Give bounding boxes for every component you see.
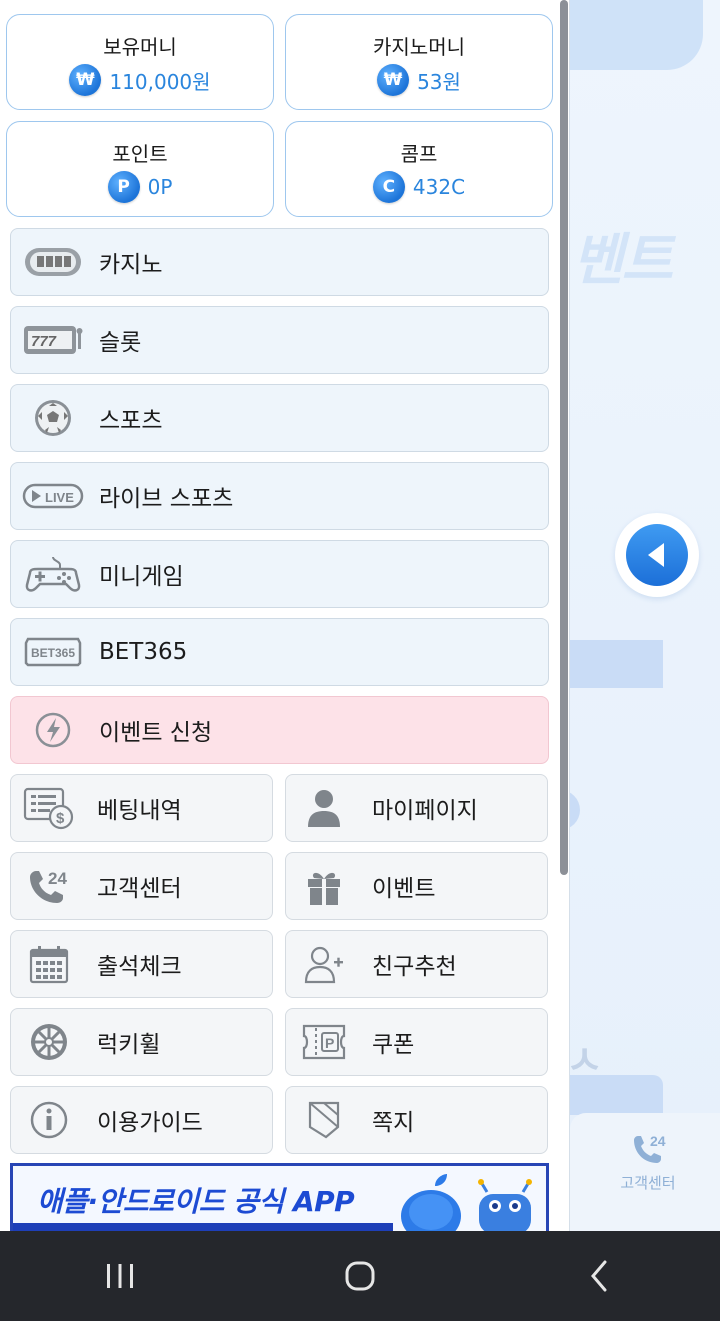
menu-item-event-apply[interactable]: 이벤트 신청 <box>10 696 549 764</box>
menu-item-label: 카지노 <box>99 252 163 278</box>
triangle-left-icon <box>648 543 664 567</box>
grid-item-label: 쪽지 <box>372 1110 415 1136</box>
slot-machine-icon: 777 <box>22 320 84 360</box>
holding-money-card: 보유머니 ₩ 110,000원 <box>6 14 274 110</box>
customer-center-button[interactable]: 24 고객센터 <box>608 1130 688 1193</box>
grid-item-lucky-wheel[interactable]: 럭키휠 <box>10 1008 273 1076</box>
calendar-icon <box>23 941 75 987</box>
points-value: 0P <box>147 175 173 199</box>
recent-apps-icon <box>107 1264 133 1288</box>
grid-item-guide[interactable]: 이용가이드 <box>10 1086 273 1154</box>
app-download-banner[interactable]: 애플·안드로이드 공식 APP <box>10 1163 549 1231</box>
menu-item-minigame[interactable]: 미니게임 <box>10 540 549 608</box>
collapse-drawer-button[interactable] <box>615 513 699 597</box>
lightning-icon <box>22 710 84 750</box>
grid-item-label: 이용가이드 <box>97 1110 203 1136</box>
casino-money-label: 카지노머니 <box>373 35 465 59</box>
background-bar <box>560 1075 663 1115</box>
grid-item-label: 마이페이지 <box>372 798 478 824</box>
points-card: 포인트 P 0P <box>6 121 274 217</box>
user-icon <box>298 785 350 831</box>
comp-coin-icon: C <box>372 171 405 203</box>
grid-item-my-page[interactable]: 마이페이지 <box>285 774 548 842</box>
bet365-icon: BET365 <box>22 632 84 672</box>
back-icon <box>591 1260 607 1292</box>
grid-item-label: 고객센터 <box>97 876 182 902</box>
banner-strip <box>13 1223 393 1231</box>
won-coin-icon: ₩ <box>377 64 410 96</box>
grid-item-label: 친구추천 <box>372 954 457 980</box>
menu-item-casino[interactable]: 카지노 <box>10 228 549 296</box>
svg-text:BET365: BET365 <box>31 646 75 660</box>
won-coin-icon: ₩ <box>69 64 102 96</box>
point-coin-icon: P <box>107 171 140 203</box>
back-button[interactable] <box>570 1246 630 1306</box>
comp-label: 콤프 <box>400 142 438 166</box>
grid-item-label: 쿠폰 <box>372 1032 415 1058</box>
recent-apps-button[interactable] <box>90 1246 150 1306</box>
menu-item-sports[interactable]: 스포츠 <box>10 384 549 452</box>
side-drawer: 보유머니 ₩ 110,000원 카지노머니 ₩ 53원 포인트 P 0P 콤프 … <box>0 0 570 1231</box>
menu-item-slot[interactable]: 777 슬롯 <box>10 306 549 374</box>
apple-android-icon <box>401 1174 532 1231</box>
holding-money-value: 110,000원 <box>109 69 211 94</box>
casino-money-card: 카지노머니 ₩ 53원 <box>285 14 553 110</box>
customer-center-label: 고객센터 <box>620 1174 676 1192</box>
menu-item-label: 라이브 스포츠 <box>99 486 234 512</box>
home-icon <box>345 1261 375 1291</box>
grid-item-label: 이벤트 <box>372 876 436 902</box>
background-heading: 벤트 <box>572 228 673 293</box>
svg-text:$: $ <box>56 810 65 827</box>
menu-item-label: 이벤트 신청 <box>99 720 213 746</box>
grid-item-attendance[interactable]: 출석체크 <box>10 930 273 998</box>
betting-history-icon: $ <box>23 785 75 831</box>
grid-item-betting-history[interactable]: $ 베팅내역 <box>10 774 273 842</box>
menu-item-label: 스포츠 <box>99 408 163 434</box>
grid-item-coupon[interactable]: P 쿠폰 <box>285 1008 548 1076</box>
casino-money-value: 53원 <box>417 69 461 94</box>
svg-text:P: P <box>325 1035 334 1051</box>
svg-text:777: 777 <box>31 333 57 350</box>
system-navigation-bar <box>0 1231 720 1321</box>
svg-text:24: 24 <box>48 869 67 888</box>
menu-item-label: BET365 <box>99 639 188 665</box>
info-icon <box>23 1097 75 1143</box>
phone-24-icon: 24 <box>634 1133 666 1163</box>
casino-table-icon <box>22 242 84 282</box>
comp-card: 콤프 C 432C <box>285 121 553 217</box>
comp-value: 432C <box>412 175 466 199</box>
support-badge: 24 <box>650 1133 666 1149</box>
grid-item-refer-friend[interactable]: 친구추천 <box>285 930 548 998</box>
svg-text:LIVE: LIVE <box>45 490 74 505</box>
lucky-wheel-icon <box>23 1019 75 1065</box>
grid-item-message[interactable]: 쪽지 <box>285 1086 548 1154</box>
message-icon <box>298 1097 350 1143</box>
menu-item-label: 미니게임 <box>99 564 184 590</box>
holding-money-label: 보유머니 <box>103 35 177 59</box>
grid-item-customer-center[interactable]: 24 고객센터 <box>10 852 273 920</box>
phone-24-icon: 24 <box>23 863 75 909</box>
points-label: 포인트 <box>112 142 168 166</box>
menu-item-live-sports[interactable]: LIVE 라이브 스포츠 <box>10 462 549 530</box>
drawer-scrollbar[interactable] <box>560 0 568 875</box>
menu-item-label: 슬롯 <box>99 330 142 356</box>
grid-item-event[interactable]: 이벤트 <box>285 852 548 920</box>
grid-item-label: 럭키휠 <box>97 1032 161 1058</box>
gamepad-icon <box>22 554 84 594</box>
soccer-ball-icon <box>22 398 84 438</box>
add-friend-icon <box>298 941 350 987</box>
gift-icon <box>298 863 350 909</box>
home-button[interactable] <box>330 1246 390 1306</box>
grid-item-label: 베팅내역 <box>97 798 182 824</box>
banner-text: 애플·안드로이드 공식 APP <box>37 1185 355 1218</box>
menu-item-bet365[interactable]: BET365 BET365 <box>10 618 549 686</box>
grid-item-label: 출석체크 <box>97 954 182 980</box>
live-badge-icon: LIVE <box>22 476 84 516</box>
background-bar <box>560 640 663 688</box>
coupon-icon: P <box>298 1019 350 1065</box>
